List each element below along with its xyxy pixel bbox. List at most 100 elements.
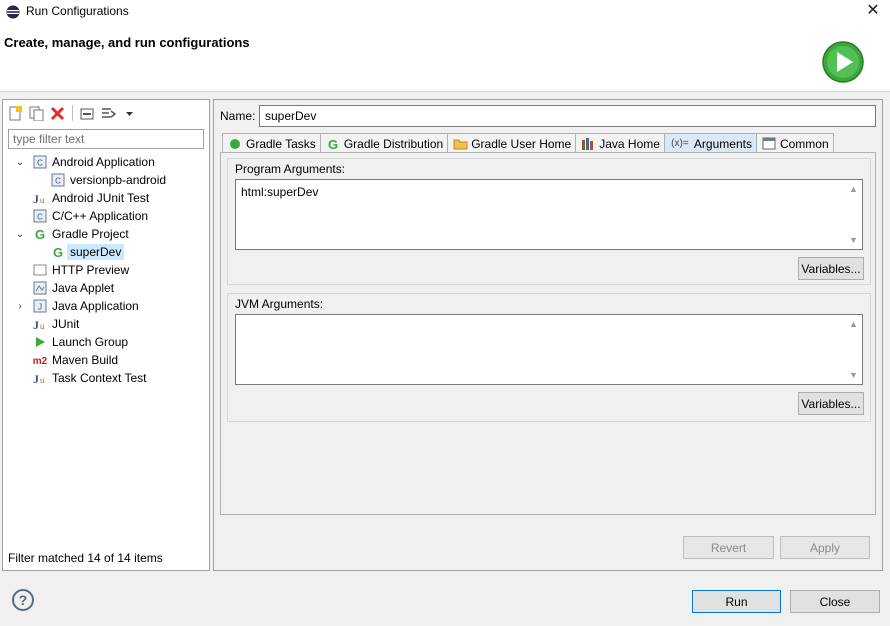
java-app-icon: J <box>32 298 48 314</box>
duplicate-config-button[interactable] <box>28 105 45 122</box>
tree-item[interactable]: HTTP Preview <box>14 261 129 279</box>
jvm-arguments-scrollbar[interactable]: ▲ ▼ <box>845 315 862 384</box>
close-button[interactable]: Close <box>790 590 880 613</box>
tab-gradle-distribution[interactable]: G Gradle Distribution <box>319 133 449 153</box>
svg-text:G: G <box>35 227 45 241</box>
tree-item-label: C/C++ Application <box>52 209 149 223</box>
gradle-icon: G <box>32 226 48 242</box>
tree-item[interactable]: Launch Group <box>14 333 128 351</box>
program-arguments-scrollbar[interactable]: ▲ ▼ <box>845 180 862 249</box>
chevron-down-icon <box>126 111 133 116</box>
svg-text:J: J <box>38 303 42 312</box>
scroll-up-icon[interactable]: ▲ <box>845 317 862 331</box>
config-toolbar <box>7 103 138 123</box>
close-window-button[interactable]: ✕ <box>862 1 884 21</box>
program-arguments-group: Program Arguments: html:superDev ▲ ▼ Var… <box>227 158 871 285</box>
tree-item[interactable]: GsuperDev <box>50 243 125 261</box>
program-arguments-textarea[interactable]: html:superDev ▲ ▼ <box>235 179 863 250</box>
tab-java-home[interactable]: Java Home <box>575 133 665 153</box>
new-config-icon <box>9 105 22 120</box>
tree-item[interactable]: Java Applet <box>14 279 114 297</box>
chevron-right-icon[interactable]: › <box>14 300 26 312</box>
tab-label: Arguments <box>693 136 752 151</box>
chevron-down-icon[interactable]: ⌄ <box>14 228 26 240</box>
run-button[interactable]: Run <box>692 590 781 613</box>
name-label: Name: <box>220 109 256 123</box>
eclipse-icon <box>6 5 20 19</box>
task-context-test-icon: Ju <box>32 370 48 386</box>
tree-item-label: versionpb-android <box>70 173 167 187</box>
tree-item[interactable]: C C/C++ Application <box>14 207 148 225</box>
program-variables-button[interactable]: Variables... <box>798 257 864 280</box>
arguments-icon: (x)= <box>671 138 689 149</box>
tree-item-label: Task Context Test <box>52 371 147 385</box>
run-banner-icon <box>822 41 864 83</box>
scroll-up-icon[interactable]: ▲ <box>845 182 862 196</box>
tree-item[interactable]: ⌄ G Gradle Project <box>14 225 129 243</box>
configuration-editor-panel: Name: Gradle TasksGGradle DistributionGr… <box>213 99 883 571</box>
tree-item-label: JUnit <box>52 317 80 331</box>
tab-gradle-tasks[interactable]: Gradle Tasks <box>222 133 321 153</box>
tab-label: Gradle User Home <box>471 136 572 151</box>
tree-item-label: Android Application <box>52 155 155 169</box>
tree-item-label: Maven Build <box>52 353 119 367</box>
toolbar-separator <box>72 105 73 121</box>
svg-text:m2: m2 <box>33 356 48 367</box>
help-icon[interactable]: ? <box>12 589 34 611</box>
program-arguments-label: Program Arguments: <box>235 162 346 176</box>
tree-item-label: Launch Group <box>52 335 129 349</box>
java-applet-icon <box>32 280 48 296</box>
tab-gradle-user-home[interactable]: Gradle User Home <box>447 133 577 153</box>
jvm-arguments-label: JVM Arguments: <box>235 297 324 311</box>
android-app-icon: C <box>32 154 48 170</box>
program-arguments-value: html:superDev <box>241 185 319 199</box>
collapse-all-button[interactable] <box>79 105 96 122</box>
jvm-arguments-group: JVM Arguments: ▲ ▼ Variables... <box>227 293 871 422</box>
new-config-button[interactable] <box>7 105 24 122</box>
jvm-arguments-textarea[interactable]: ▲ ▼ <box>235 314 863 385</box>
filter-input[interactable] <box>8 129 204 149</box>
scroll-down-icon[interactable]: ▼ <box>845 368 862 382</box>
tree-item[interactable]: › J Java Application <box>14 297 138 315</box>
junit-icon: Ju <box>32 316 48 332</box>
svg-text:J: J <box>33 318 39 331</box>
svg-text:C: C <box>55 177 61 186</box>
delete-config-button[interactable] <box>49 105 66 122</box>
maven-icon: m2 <box>32 352 48 368</box>
tree-item[interactable]: ⌄ C Android Application <box>14 153 155 171</box>
java-home-icon <box>580 136 596 152</box>
tree-item[interactable]: Ju JUnit <box>14 315 79 333</box>
tree-item[interactable]: Ju Android JUnit Test <box>14 189 149 207</box>
apply-button[interactable]: Apply <box>780 536 870 559</box>
scroll-down-icon[interactable]: ▼ <box>845 233 862 247</box>
tab-strip: Gradle Tasks G Gradle Distribution Gradle U… <box>222 133 834 153</box>
tree-item-label: Android JUnit Test <box>52 191 150 205</box>
filter-button[interactable] <box>100 105 117 122</box>
svg-text:J: J <box>33 372 39 385</box>
jvm-variables-button[interactable]: Variables... <box>798 392 864 415</box>
http-preview-icon <box>32 262 48 278</box>
tab-common[interactable]: Common <box>755 133 834 153</box>
junit-icon: Ju <box>32 190 48 206</box>
revert-button[interactable]: Revert <box>683 536 774 559</box>
folder-icon <box>452 136 468 152</box>
delete-icon <box>50 106 65 120</box>
common-icon <box>761 136 777 152</box>
dialog-header: Create, manage, and run configurations <box>0 24 890 92</box>
tab-arguments[interactable]: (x)= Arguments <box>663 133 757 153</box>
cpp-app-icon: C <box>32 208 48 224</box>
chevron-down-icon[interactable]: ⌄ <box>14 156 26 168</box>
view-menu-button[interactable] <box>121 105 138 122</box>
gradle-icon: G <box>325 136 341 152</box>
tree-item[interactable]: Ju Task Context Test <box>14 369 147 387</box>
svg-text:G: G <box>53 245 63 259</box>
svg-text:G: G <box>328 137 338 151</box>
arguments-tab-panel: Program Arguments: html:superDev ▲ ▼ Var… <box>220 152 876 515</box>
tree-item-label: Java Applet <box>52 281 115 295</box>
tree-item[interactable]: Cversionpb-android <box>50 171 166 189</box>
name-input[interactable] <box>259 105 876 127</box>
tree-item[interactable]: m2 Maven Build <box>14 351 118 369</box>
tree-item-label: superDev <box>67 244 125 260</box>
